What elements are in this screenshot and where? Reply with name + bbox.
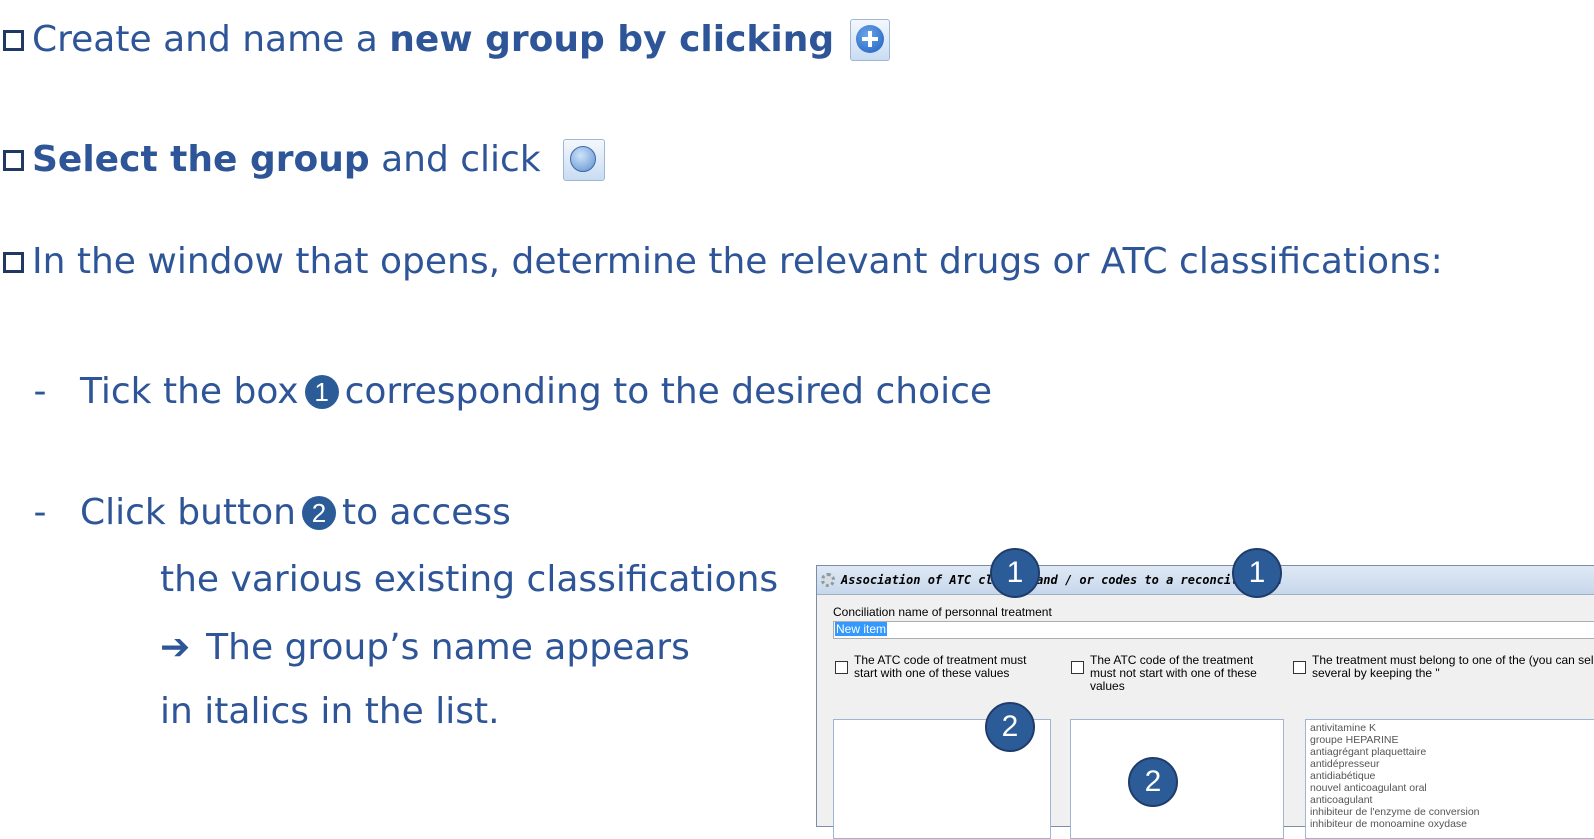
checkbox-bullet [3, 29, 24, 51]
checkbox-bullet [3, 251, 24, 273]
dialog-title: Association of ATC classes and / or code… [841, 573, 1282, 587]
option-must-not-start[interactable]: The ATC code of the treatment must not s… [1071, 654, 1281, 693]
checkbox-bullet [3, 149, 24, 171]
step-window: In the window that opens, determine the … [0, 240, 1443, 284]
sub1-post: corresponding to the desired choice [344, 371, 993, 412]
list-item[interactable]: inhibiteur de l'enzyme de conversion [1310, 806, 1594, 818]
list-item[interactable]: antidiabétique [1310, 770, 1594, 782]
must-start-checkbox[interactable] [835, 661, 848, 674]
sub2-line3: in italics in the list. [160, 691, 500, 732]
sub2-pre: Click button [80, 492, 296, 533]
sub2-post: to access [341, 492, 511, 533]
badge-1-dialog-b: 1 [1232, 548, 1282, 598]
option-belong-to[interactable]: The treatment must belong to one of the … [1293, 654, 1594, 680]
option-must-start[interactable]: The ATC code of treatment must start wit… [835, 654, 1035, 680]
step2-bold: Select the group [32, 139, 370, 180]
step-create-group: Create and name a new group by clicking [0, 18, 891, 62]
step2-post: and click [369, 139, 541, 180]
step1-text: Create and name a new group by clicking [32, 19, 835, 60]
belong-to-checkbox[interactable] [1293, 661, 1306, 674]
list-item[interactable]: antidépresseur [1310, 758, 1594, 770]
add-group-button[interactable] [850, 19, 891, 61]
dash: - [33, 492, 47, 533]
step-select-group: Select the group and click [0, 138, 605, 182]
dash: - [33, 371, 47, 412]
badge-2-dialog-b: 2 [1128, 757, 1178, 807]
sub1-pre: Tick the box [80, 371, 299, 412]
list-item[interactable]: groupe HEPARINE [1310, 734, 1594, 746]
globe-settings-icon [569, 146, 596, 172]
name-input[interactable]: New item [833, 621, 1594, 639]
globe-settings-button[interactable] [562, 139, 605, 181]
must-not-start-checkbox[interactable] [1071, 661, 1084, 674]
badge-1: 1 [304, 375, 339, 409]
gear-icon [821, 573, 835, 587]
list-item[interactable]: inhibiteur de monoamine oxydase [1310, 818, 1594, 830]
association-dialog: Association of ATC classes and / or code… [816, 565, 1594, 839]
dialog-titlebar: Association of ATC classes and / or code… [817, 566, 1594, 595]
sub-step-click: - Click button 2 to access [0, 491, 511, 535]
sub2-line2: ➔ The group’s name appears [160, 627, 690, 668]
badge-2: 2 [301, 496, 336, 530]
list-item[interactable]: antiagrégant plaquettaire [1310, 746, 1594, 758]
sub-step-tick: - Tick the box 1 corresponding to the de… [0, 370, 993, 414]
add-circle-icon [856, 25, 885, 53]
sub2-line1: the various existing classifications [160, 559, 779, 600]
name-label: Conciliation name of personnal treatment [833, 605, 1052, 619]
list-item[interactable]: antivitamine K [1310, 722, 1594, 734]
arrow-icon: ➔ [160, 627, 191, 668]
list-item[interactable]: nouvel anticoagulant oral [1310, 782, 1594, 794]
step3-text: In the window that opens, determine the … [32, 241, 1443, 282]
badge-2-dialog-a: 2 [985, 702, 1035, 752]
classification-list[interactable]: antivitamine K groupe HEPARINE antiagrég… [1305, 719, 1594, 839]
badge-1-dialog-a: 1 [990, 548, 1040, 598]
name-value: New item [835, 622, 888, 636]
list-item[interactable]: anticoagulant [1310, 794, 1594, 806]
